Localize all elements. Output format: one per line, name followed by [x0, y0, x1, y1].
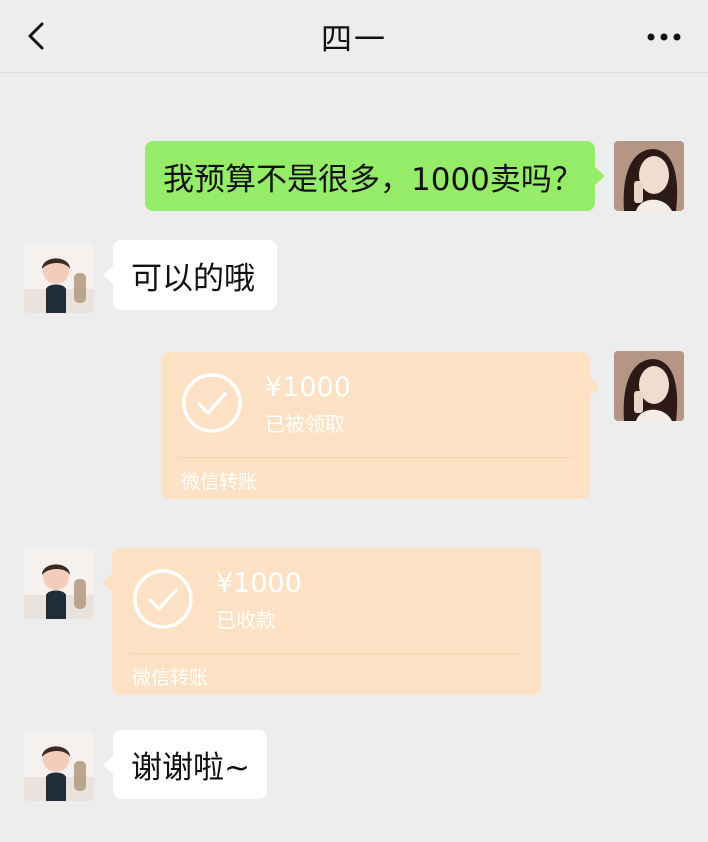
- bubble-tail: [103, 756, 113, 774]
- transfer-amount: ¥1000: [216, 568, 302, 599]
- card-divider: [179, 457, 572, 458]
- my-avatar[interactable]: [614, 141, 684, 211]
- bubble-tail: [590, 378, 600, 396]
- message-sent-budget[interactable]: 我预算不是很多，1000卖吗？: [145, 141, 605, 211]
- message-text: 可以的哦: [131, 260, 255, 297]
- message-received-thanks[interactable]: 谢谢啦~: [103, 730, 267, 799]
- more-button[interactable]: [642, 22, 686, 52]
- bubble-tail: [595, 167, 605, 185]
- woman-portrait-icon: [614, 351, 684, 421]
- contact-avatar[interactable]: [24, 731, 94, 801]
- contact-avatar[interactable]: [24, 243, 94, 313]
- bubble-tail: [103, 266, 113, 284]
- transfer-card-sent[interactable]: ¥1000 已被领取 微信转账: [161, 352, 600, 499]
- check-circle-icon: [133, 569, 193, 629]
- transfer-footer: 微信转账: [132, 667, 209, 689]
- message-text: 谢谢啦~: [131, 750, 250, 786]
- card-divider: [130, 653, 523, 654]
- child-portrait-icon: [24, 731, 94, 801]
- chat-title: 四一: [321, 22, 387, 58]
- transfer-footer: 微信转账: [181, 471, 258, 493]
- message-received-ok[interactable]: 可以的哦: [103, 240, 277, 310]
- transfer-status: 已收款: [216, 608, 276, 632]
- child-portrait-icon: [24, 549, 94, 619]
- my-avatar[interactable]: [614, 351, 684, 421]
- child-portrait-icon: [24, 243, 94, 313]
- woman-portrait-icon: [614, 141, 684, 211]
- bubble-tail: [102, 574, 112, 592]
- more-dots-icon: [647, 33, 681, 41]
- transfer-status: 已被领取: [265, 412, 345, 436]
- chat-header: 四一: [0, 0, 708, 73]
- transfer-amount: ¥1000: [265, 372, 351, 403]
- check-circle-icon: [182, 373, 242, 433]
- contact-avatar[interactable]: [24, 549, 94, 619]
- transfer-card-received[interactable]: ¥1000 已收款 微信转账: [102, 548, 541, 695]
- message-text: 我预算不是很多，1000卖吗？: [163, 161, 583, 198]
